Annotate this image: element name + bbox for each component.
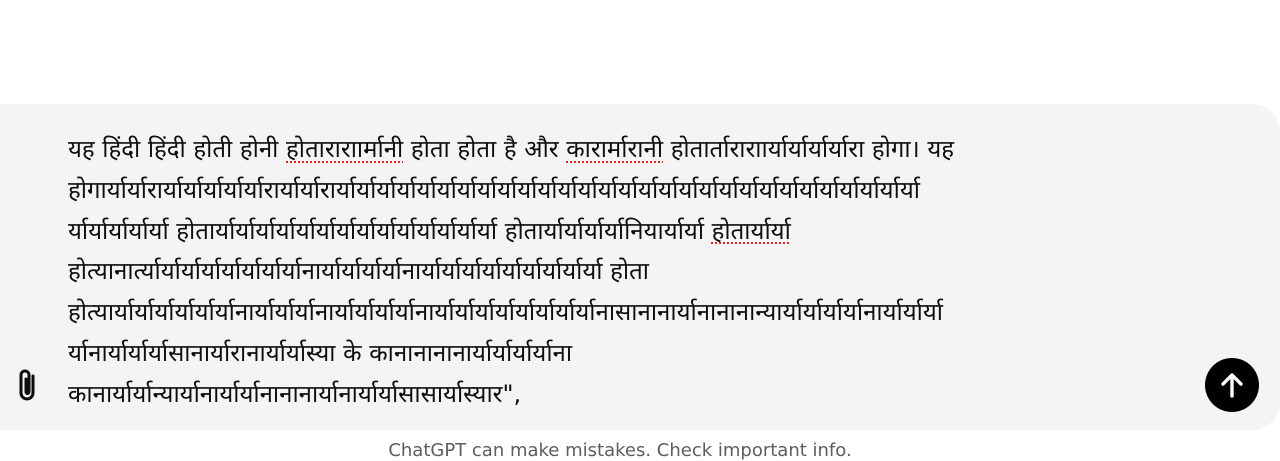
prompt-line: होत्यानार्त्यार्यार्यार्यार्यार्यार्यार्… — [68, 251, 1198, 292]
prompt-line: र्यानार्यार्यार्यासानार्यारानार्यार्यास्… — [68, 333, 1198, 374]
prompt-line: होगार्यार्यारार्यार्यार्यार्यार्यारार्या… — [68, 170, 1198, 211]
disclaimer-text: ChatGPT can make mistakes. Check importa… — [388, 440, 852, 461]
misspelled-word: कारार्मारानी — [566, 135, 664, 163]
prompt-text-run: होगार्यार्यारार्यार्यार्यार्यार्यारार्या… — [68, 175, 920, 204]
prompt-line: होत्यार्यार्यार्यार्यार्यार्यानार्यार्या… — [68, 292, 1198, 333]
prompt-text-run: होत्यार्यार्यार्यार्यार्यार्यानार्यार्या… — [68, 298, 944, 327]
prompt-input[interactable]: यह हिंदी हिंदी होती होनी होताराराार्मानी… — [68, 129, 1198, 415]
misspelled-word: होतार्यार्या — [711, 216, 791, 245]
paperclip-icon — [19, 369, 35, 401]
prompt-text-run: होतार्ताराराार्यार्यार्यार्यारा होगा। यह — [663, 135, 955, 163]
prompt-line: र्यार्यार्यार्यार्या होतार्यार्यार्यार्य… — [68, 211, 1198, 252]
prompt-text-run: र्यार्यार्यार्यार्या होतार्यार्यार्यार्य… — [68, 216, 712, 245]
prompt-text-run: होता होता है और — [403, 135, 567, 163]
arrow-up-icon — [1221, 373, 1243, 398]
prompt-line: यह हिंदी हिंदी होती होनी होताराराार्मानी… — [68, 129, 1198, 170]
prompt-text-run: होत्यानार्त्यार्यार्यार्यार्यार्यार्यार्… — [68, 257, 649, 286]
send-button[interactable] — [1205, 358, 1259, 412]
prompt-line: कानार्यार्यान्यार्यानार्यार्यानानानार्या… — [68, 374, 1198, 415]
prompt-text-run: र्यानार्यार्यार्यासानार्यारानार्यार्यास्… — [68, 338, 573, 367]
attach-button[interactable] — [8, 364, 48, 408]
prompt-text-run: कानार्यार्यान्यार्यानार्यार्यानानानार्या… — [68, 379, 522, 408]
prompt-text-run: यह हिंदी हिंदी होती होनी — [68, 135, 287, 163]
misspelled-word: होताराराार्मानी — [286, 135, 404, 163]
